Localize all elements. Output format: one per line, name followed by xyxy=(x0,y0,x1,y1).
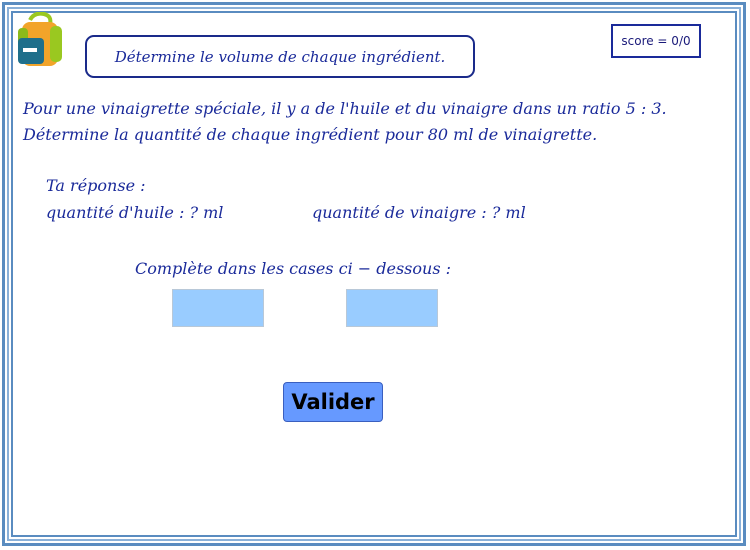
problem-line-2: Détermine la quantité de chaque ingrédie… xyxy=(23,125,598,144)
oil-quantity-text: quantité d'huile : ? ml xyxy=(46,203,224,222)
answer-label: Ta réponse : xyxy=(46,176,146,195)
vinegar-quantity-text: quantité de vinaigre : ? ml xyxy=(312,203,526,222)
oil-input[interactable] xyxy=(172,289,264,327)
instruction-text: Complète dans les cases ci − dessous : xyxy=(135,259,452,278)
page-title: Détermine le volume de chaque ingrédient… xyxy=(85,35,475,78)
score-badge: score = 0/0 xyxy=(611,24,701,58)
problem-line-1: Pour une vinaigrette spéciale, il y a de… xyxy=(23,99,667,118)
backpack-icon xyxy=(18,12,62,66)
problem-statement: Pour une vinaigrette spéciale, il y a de… xyxy=(23,96,667,148)
vinegar-input[interactable] xyxy=(346,289,438,327)
validate-button[interactable]: Valider xyxy=(283,382,383,422)
